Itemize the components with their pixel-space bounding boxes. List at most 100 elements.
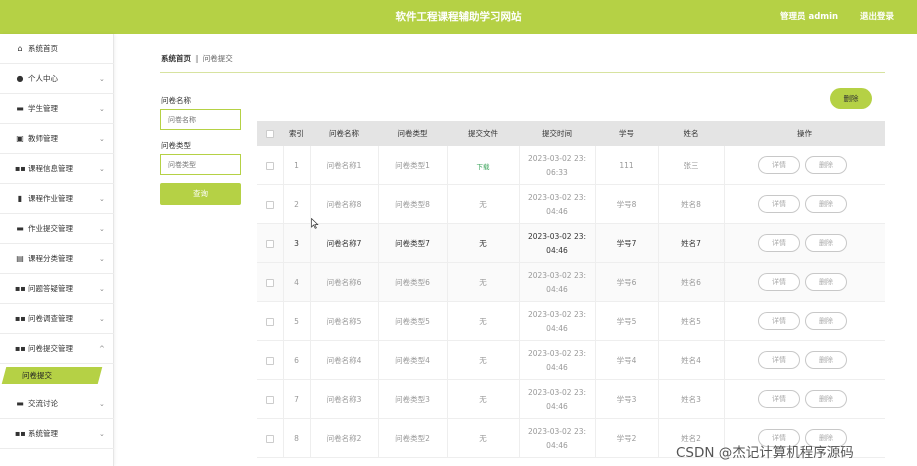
column-divider [519, 341, 520, 379]
submit-date: 2023-03-02 23: [527, 270, 587, 280]
column-divider [658, 341, 659, 379]
chevron-down-icon: ⌄ [99, 285, 105, 293]
sidebar-item[interactable]: ▪▪ 问卷提交管理 ^ [0, 334, 114, 364]
row-checkbox[interactable] [266, 278, 274, 287]
row-delete-button[interactable]: 删除 [805, 195, 847, 213]
row-checkbox[interactable] [266, 200, 274, 209]
sidebar-item[interactable]: ▬ 交流讨论 ⌄ [0, 389, 114, 419]
column-divider [378, 341, 379, 379]
cell-file: 无 [447, 341, 519, 380]
row-delete-button[interactable]: 删除 [805, 234, 847, 252]
submit-clock: 04:46 [546, 284, 568, 294]
column-divider [378, 419, 379, 457]
name-input[interactable] [160, 109, 241, 130]
row-checkbox[interactable] [266, 356, 274, 365]
row-checkbox[interactable] [266, 395, 274, 404]
cell-name: 问卷名称4 [326, 356, 362, 365]
column-divider [378, 146, 379, 184]
detail-button[interactable]: 详情 [758, 351, 800, 369]
row-checkbox-cell [257, 341, 283, 380]
detail-button[interactable]: 详情 [758, 390, 800, 408]
column-divider [595, 146, 596, 184]
sidebar-item-label: 学生管理 [28, 104, 58, 113]
column-divider [447, 263, 448, 301]
column-divider [310, 341, 311, 379]
sidebar-item[interactable]: ▪▪ 问卷调查管理 ⌄ [0, 304, 114, 334]
row-delete-button[interactable]: 删除 [805, 351, 847, 369]
sidebar-item[interactable]: ▣ 教师管理 ⌄ [0, 124, 114, 154]
cell-index: 8 [294, 434, 299, 443]
checkbox[interactable] [266, 129, 274, 138]
submit-clock: 04:46 [546, 206, 568, 216]
sidebar-item-label: 问题答疑管理 [28, 284, 73, 293]
sidebar-item[interactable]: ▬ 学生管理 ⌄ [0, 94, 114, 124]
column-header: 学号 [619, 129, 634, 138]
sidebar-item[interactable]: ▪▪ 课程信息管理 ⌄ [0, 154, 114, 184]
row-checkbox[interactable] [266, 434, 274, 443]
cell-index: 4 [294, 278, 299, 287]
row-delete-button[interactable]: 删除 [805, 156, 847, 174]
column-divider [310, 224, 311, 262]
row-checkbox-cell [257, 380, 283, 419]
logout-link[interactable]: 退出登录 [860, 0, 894, 34]
column-divider [378, 224, 379, 262]
row-delete-button[interactable]: 删除 [805, 273, 847, 291]
sidebar-item[interactable]: ⌂ 系统首页 [0, 34, 114, 64]
download-link[interactable]: 下载 [477, 161, 490, 171]
cell-file: 无 [447, 185, 519, 224]
column-divider [595, 224, 596, 262]
cell-time: 2023-03-02 23: 04:46 [519, 224, 595, 263]
cell-index: 5 [294, 317, 299, 326]
bar-chart-icon: ▮ [17, 194, 23, 203]
delete-button[interactable]: 删除 [830, 88, 872, 109]
detail-button[interactable]: 详情 [758, 312, 800, 330]
cell-time: 2023-03-02 23: 04:46 [519, 263, 595, 302]
sidebar-item[interactable]: ▤ 课程分类管理 ⌄ [0, 244, 114, 274]
sidebar-item[interactable]: ▪▪ 系统管理 ⌄ [0, 419, 114, 449]
query-button[interactable]: 查询 [160, 183, 241, 205]
cell-type: 问卷类型3 [395, 395, 430, 404]
sidebar-item-label: 课程作业管理 [28, 194, 73, 203]
sidebar-item[interactable]: ▪▪ 问题答疑管理 ⌄ [0, 274, 114, 304]
column-divider [595, 263, 596, 301]
sidebar-item-label: 系统管理 [28, 429, 58, 438]
detail-button[interactable]: 详情 [758, 195, 800, 213]
detail-button[interactable]: 详情 [758, 234, 800, 252]
column-divider [447, 302, 448, 340]
column-divider [519, 263, 520, 301]
row-checkbox[interactable] [266, 161, 274, 170]
detail-button[interactable]: 详情 [758, 156, 800, 174]
column-divider [283, 341, 284, 379]
type-input[interactable] [160, 154, 241, 175]
cell-name: 问卷名称7 [326, 239, 362, 248]
row-checkbox[interactable] [266, 239, 274, 248]
column-divider [519, 419, 520, 457]
row-delete-button[interactable]: 删除 [805, 312, 847, 330]
select-all-checkbox[interactable] [257, 121, 283, 146]
submit-time: 2023-03-02 23: 04:46 [528, 347, 586, 375]
breadcrumb-current: 问卷提交 [202, 54, 233, 63]
sidebar-item[interactable]: ● 个人中心 ⌄ [0, 64, 114, 94]
cell-file: 无 [447, 224, 519, 263]
column-divider [378, 380, 379, 418]
sidebar-item-label: 问卷提交管理 [28, 344, 73, 353]
column-divider [283, 263, 284, 301]
detail-button[interactable]: 详情 [758, 273, 800, 291]
row-delete-button[interactable]: 删除 [805, 390, 847, 408]
column-header: 问卷名称 [329, 129, 359, 138]
submit-date: 2023-03-02 23: [527, 153, 587, 163]
cell-student-id: 学号7 [616, 239, 637, 248]
column-divider [724, 146, 725, 184]
breadcrumb-home[interactable]: 系统首页 [161, 54, 191, 63]
column-divider [447, 419, 448, 457]
row-actions: 详情 删除 [724, 380, 885, 419]
cell-name: 问卷名称2 [326, 434, 362, 443]
grid-icon: ▪▪ [15, 429, 26, 438]
sidebar-item[interactable]: ▬ 作业提交管理 ⌄ [0, 214, 114, 244]
row-checkbox[interactable] [266, 317, 274, 326]
row-actions: 详情 删除 [724, 263, 885, 302]
sidebar-item[interactable]: ▮ 课程作业管理 ⌄ [0, 184, 114, 214]
submit-time: 2023-03-02 23: 04:46 [528, 191, 586, 219]
cell-student-name: 姓名6 [681, 278, 701, 287]
submit-date: 2023-03-02 23: [527, 387, 587, 397]
